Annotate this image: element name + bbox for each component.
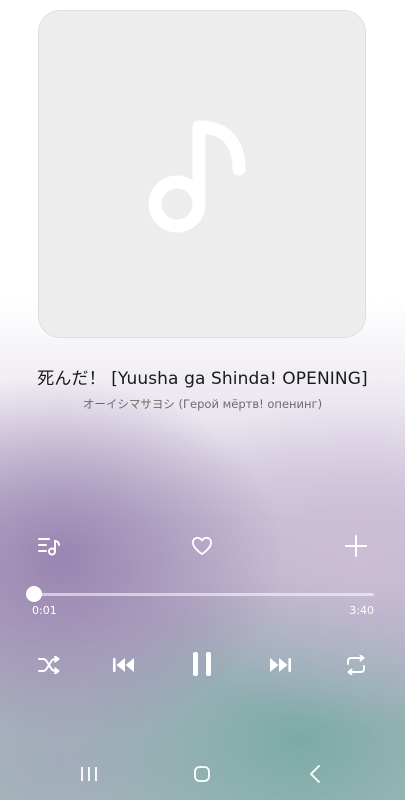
music-note-icon — [148, 120, 246, 233]
home-icon — [194, 766, 210, 782]
elapsed-time: 0:01 — [32, 604, 57, 617]
previous-button[interactable] — [111, 652, 137, 678]
heart-icon — [192, 536, 212, 556]
back-icon — [310, 765, 320, 783]
total-duration: 3:40 — [349, 604, 374, 617]
next-button[interactable] — [267, 652, 293, 678]
system-navigation-bar — [0, 755, 405, 795]
add-to-playlist-button[interactable] — [343, 533, 369, 559]
favorite-button[interactable] — [189, 533, 215, 559]
skip-previous-icon — [113, 658, 134, 672]
seek-bar-thumb[interactable] — [25, 586, 42, 602]
shuffle-button[interactable] — [36, 652, 62, 678]
plus-icon — [345, 535, 367, 557]
pause-icon — [193, 652, 211, 676]
play-pause-button[interactable] — [187, 649, 217, 679]
queue-button[interactable] — [36, 533, 62, 559]
shuffle-icon — [38, 656, 60, 674]
track-artist[interactable]: オーイシマサヨシ (Герой мёртв! опенинг) — [0, 396, 405, 412]
seek-bar[interactable] — [25, 586, 374, 602]
skip-next-icon — [270, 658, 291, 672]
track-title: 死んだ！ [Yuusha ga Shinda! OPENING] — [37, 369, 368, 389]
recents-icon — [81, 767, 97, 781]
recents-button[interactable] — [76, 761, 102, 787]
repeat-button[interactable] — [343, 652, 369, 678]
repeat-icon — [347, 655, 365, 675]
album-art — [38, 10, 366, 338]
home-button[interactable] — [189, 761, 215, 787]
back-button[interactable] — [302, 761, 328, 787]
playlist-icon — [38, 538, 60, 556]
